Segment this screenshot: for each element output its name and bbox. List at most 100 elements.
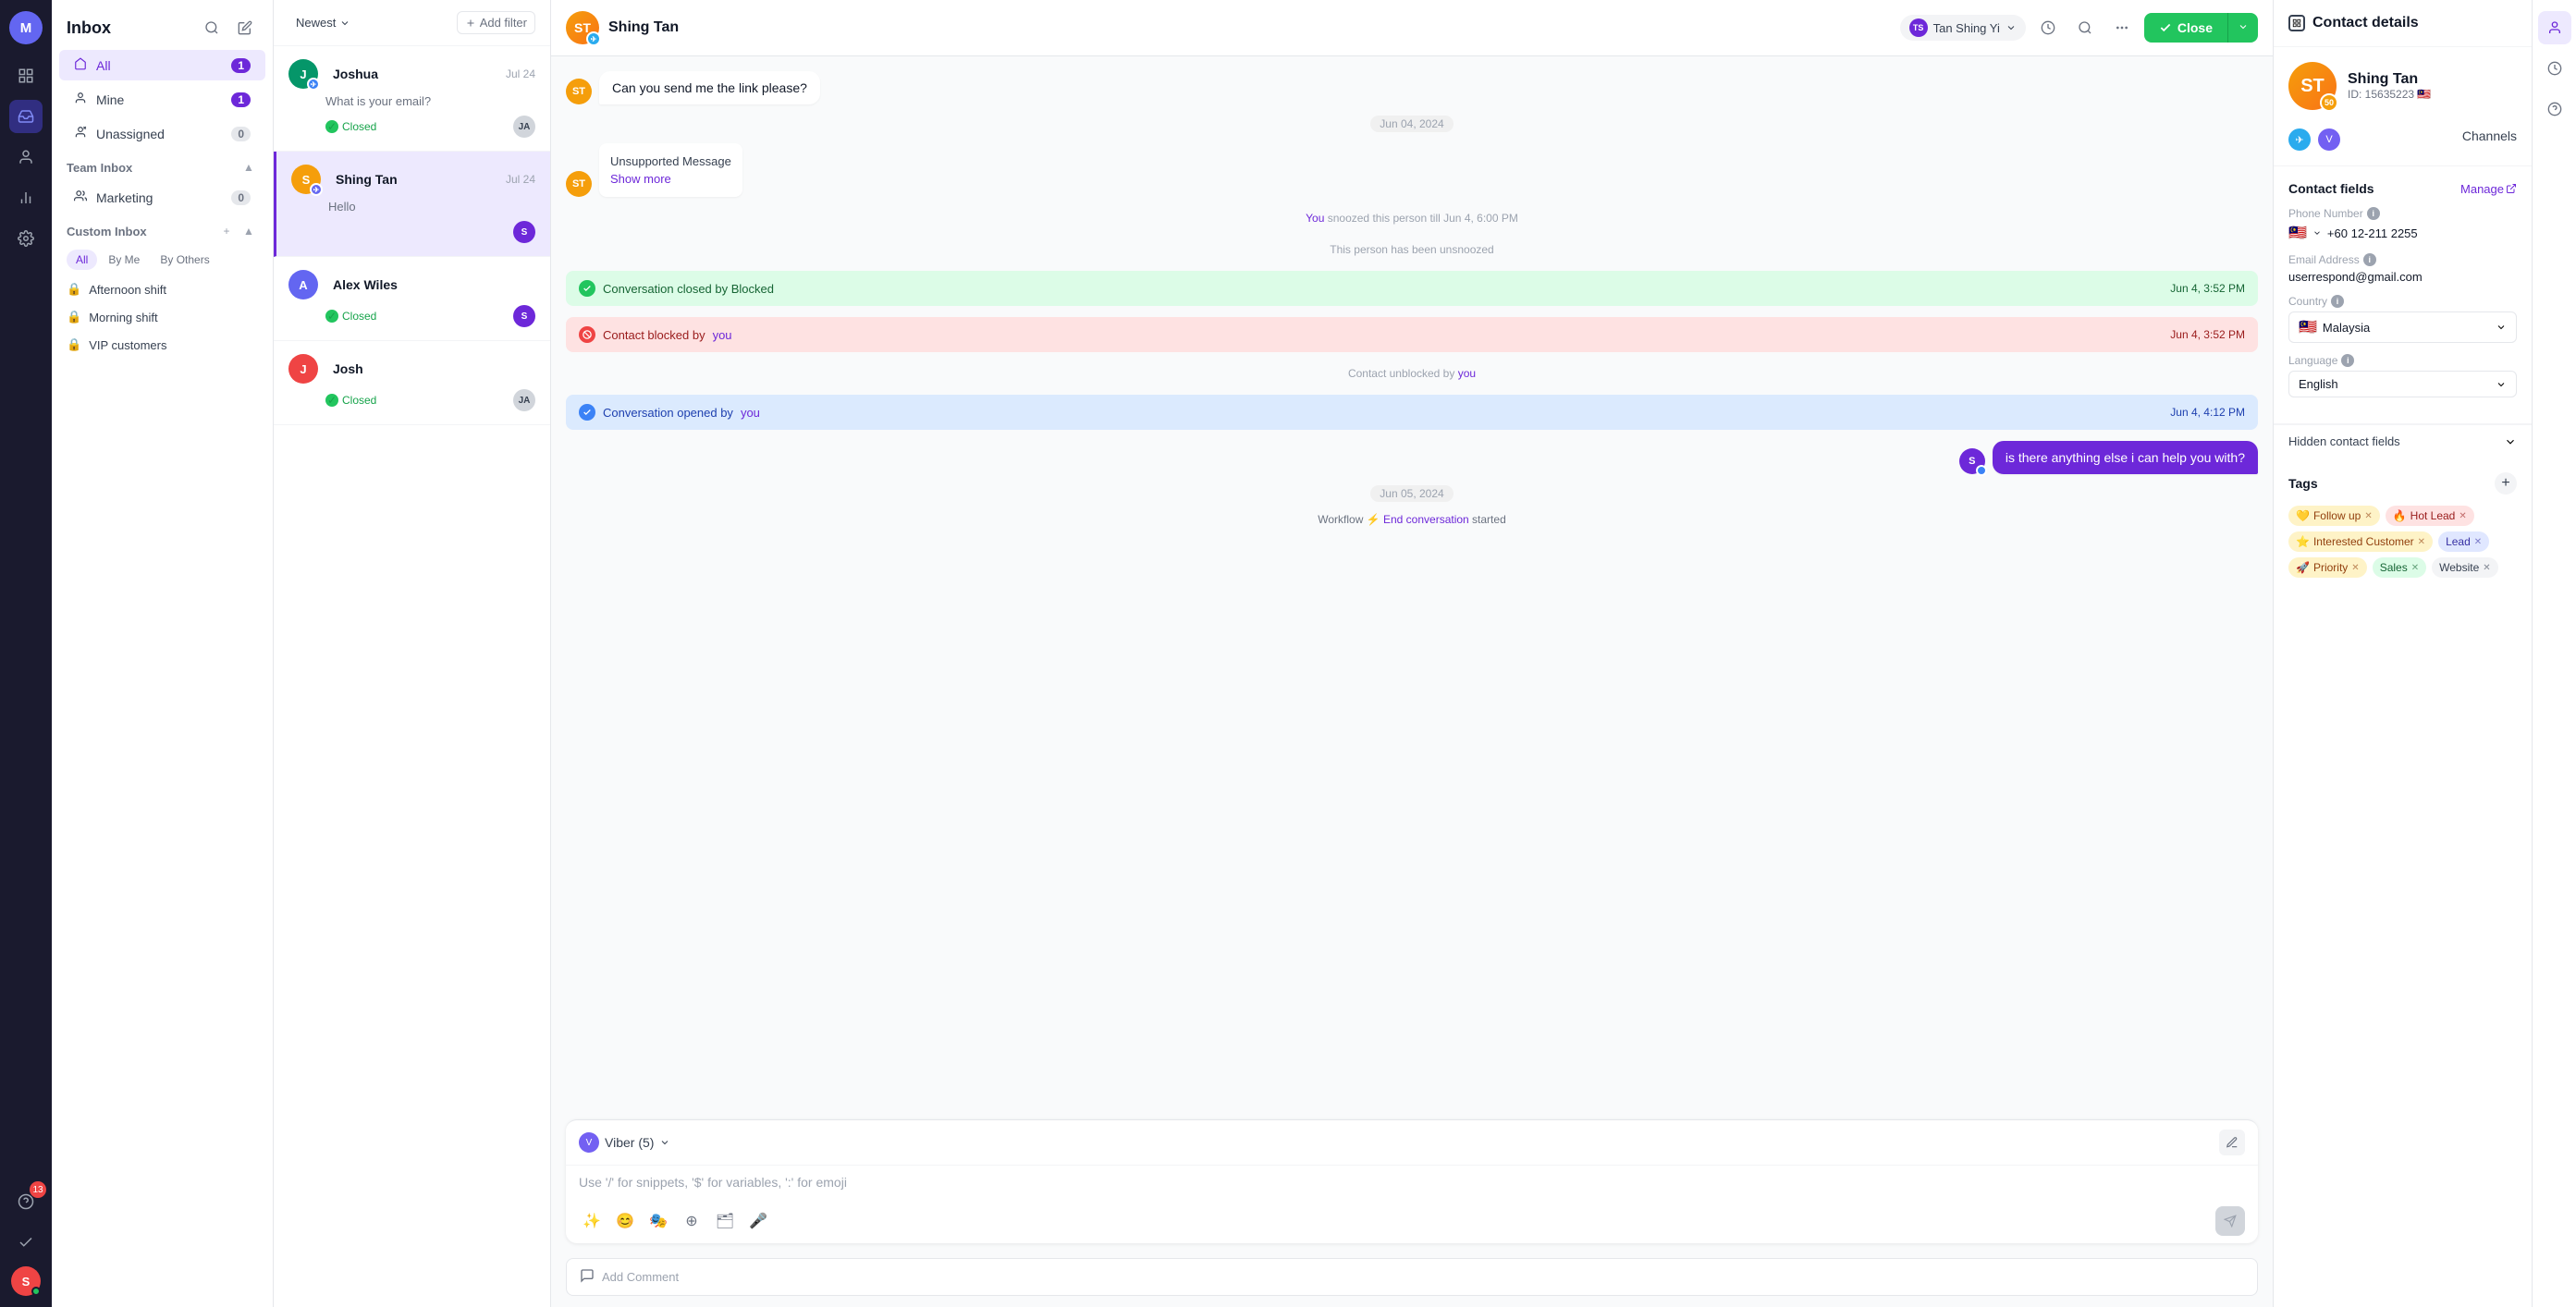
- gif-button[interactable]: ⊕: [679, 1208, 705, 1234]
- right-rail-clock-icon[interactable]: [2538, 52, 2571, 85]
- show-more-link[interactable]: Show more: [610, 172, 671, 186]
- sender-avatar: ST: [566, 79, 592, 104]
- custom-inbox-icons: + ▲: [217, 222, 258, 240]
- tag-sales[interactable]: Sales ✕: [2373, 557, 2426, 578]
- msg-received: Can you send me the link please?: [599, 71, 820, 104]
- close-button[interactable]: Close: [2144, 13, 2227, 43]
- manage-link[interactable]: Manage: [2460, 182, 2517, 196]
- format-button[interactable]: [2219, 1130, 2245, 1155]
- conv-item-alex-wiles[interactable]: A Alex Wiles ✓ Closed S: [274, 257, 550, 341]
- viber-channel-icon[interactable]: V: [2318, 128, 2340, 151]
- search-icon[interactable]: [199, 15, 225, 41]
- sticker-button[interactable]: 🎭: [645, 1208, 671, 1234]
- channel-selector[interactable]: V Viber (5): [579, 1132, 670, 1153]
- sidebar-item-all[interactable]: All 1: [59, 50, 265, 80]
- telegram-channel-icon[interactable]: ✈: [2288, 128, 2311, 151]
- nav-user-avatar[interactable]: S: [11, 1266, 41, 1296]
- close-dropdown-button[interactable]: [2227, 13, 2258, 43]
- message-input-body[interactable]: Use '/' for snippets, '$' for variables,…: [566, 1166, 2258, 1199]
- tag-remove-sales[interactable]: ✕: [2411, 563, 2419, 573]
- right-rail-contact-icon[interactable]: [2538, 11, 2571, 44]
- channel-label: Viber (5): [605, 1135, 654, 1150]
- conv-item-joshua[interactable]: J ✈ Joshua Jul 24 What is your email? ✓ …: [274, 46, 550, 152]
- sort-button[interactable]: Newest: [288, 12, 358, 33]
- tag-hot-lead[interactable]: 🔥 Hot Lead ✕: [2386, 506, 2474, 526]
- more-options-icon[interactable]: [2107, 13, 2137, 43]
- sidebar-header: Inbox: [52, 0, 273, 48]
- msg-workflow: Workflow ⚡ End conversation started: [566, 513, 2258, 526]
- team-inbox-section: Team Inbox ▲: [52, 151, 273, 180]
- tag-remove-website[interactable]: ✕: [2483, 563, 2490, 573]
- conv-status-joshua: ✓ Closed: [325, 120, 376, 133]
- add-custom-inbox-icon[interactable]: +: [217, 222, 236, 240]
- country-dropdown[interactable]: 🇲🇾 Malaysia: [2288, 311, 2517, 343]
- conv-avatar-alex: A: [288, 270, 318, 299]
- tag-interested-customer[interactable]: ⭐ Interested Customer ✕: [2288, 531, 2433, 552]
- sidebar-item-mine[interactable]: Mine 1: [59, 84, 265, 115]
- header-search-icon[interactable]: [2070, 13, 2100, 43]
- conv-item-josh[interactable]: J Josh ✓ Closed JA: [274, 341, 550, 425]
- emoji-button[interactable]: 😊: [612, 1208, 638, 1234]
- team-inbox-expand-icon[interactable]: ▲: [239, 158, 258, 177]
- nav-contacts-icon[interactable]: [9, 140, 43, 174]
- sidebar-all-label: All: [96, 58, 231, 73]
- compose-icon[interactable]: [232, 15, 258, 41]
- agent-chip[interactable]: TS Tan Shing Yi: [1900, 15, 2026, 41]
- chat-contact: ST ✈ Shing Tan: [566, 11, 679, 44]
- tag-priority[interactable]: 🚀 Priority ✕: [2288, 557, 2367, 578]
- language-dropdown[interactable]: English: [2288, 371, 2517, 397]
- filter-tab-by-others[interactable]: By Others: [151, 250, 218, 270]
- tag-remove-priority[interactable]: ✕: [2351, 563, 2359, 573]
- send-button[interactable]: [2215, 1206, 2245, 1236]
- filter-tab-all[interactable]: All: [67, 250, 97, 270]
- attachment-button[interactable]: 🗂: [712, 1208, 738, 1234]
- sidebar-item-vip-customers[interactable]: 🔒 VIP customers: [52, 331, 273, 359]
- add-filter-button[interactable]: Add filter: [457, 11, 535, 34]
- timer-icon[interactable]: [2033, 13, 2063, 43]
- nav-inbox-icon[interactable]: [9, 100, 43, 133]
- add-tag-button[interactable]: +: [2495, 472, 2517, 495]
- custom-inbox-expand-icon[interactable]: ▲: [239, 222, 258, 240]
- chat-channel-badge: ✈: [586, 31, 601, 46]
- sidebar-title: Inbox: [67, 18, 111, 38]
- message-input-area: V Viber (5) Use '/' for snippets, '$' fo…: [566, 1119, 2258, 1243]
- tag-remove-hot-lead[interactable]: ✕: [2459, 511, 2466, 521]
- sent-avatar: S: [1959, 448, 1985, 474]
- magic-tool-button[interactable]: ✨: [579, 1208, 605, 1234]
- audio-button[interactable]: 🎤: [745, 1208, 771, 1234]
- chat-contact-name: Shing Tan: [608, 19, 679, 36]
- tag-remove-interested[interactable]: ✕: [2418, 537, 2425, 547]
- tag-remove-follow-up[interactable]: ✕: [2364, 511, 2372, 521]
- nav-checkmark-icon[interactable]: [9, 1226, 43, 1259]
- nav-reports-icon[interactable]: [9, 181, 43, 214]
- add-comment-bar[interactable]: Add Comment: [566, 1258, 2258, 1296]
- email-field: Email Address i userrespond@gmail.com: [2288, 253, 2517, 284]
- tag-remove-lead[interactable]: ✕: [2474, 537, 2482, 547]
- sidebar-item-afternoon-shift[interactable]: 🔒 Afternoon shift: [52, 275, 273, 303]
- sidebar-marketing-count: 0: [231, 190, 251, 205]
- messages-area[interactable]: ST Can you send me the link please? Jun …: [551, 56, 2273, 1119]
- hidden-fields-label: Hidden contact fields: [2288, 434, 2400, 448]
- hidden-fields-row[interactable]: Hidden contact fields: [2274, 424, 2532, 458]
- sidebar-item-marketing[interactable]: Marketing 0: [59, 182, 265, 213]
- tag-follow-up[interactable]: 💛 Follow up ✕: [2288, 506, 2380, 526]
- conv-time-joshua: Jul 24: [506, 67, 535, 80]
- conv-item-shing-tan[interactable]: S ✈ Shing Tan Jul 24 Hello S: [274, 152, 550, 257]
- filter-tab-by-me[interactable]: By Me: [99, 250, 149, 270]
- morning-shift-icon: 🔒: [67, 310, 81, 324]
- sidebar-item-unassigned[interactable]: Unassigned 0: [59, 118, 265, 149]
- nav-help-icon-wrap: 13: [9, 1185, 43, 1218]
- nav-settings-icon[interactable]: [9, 222, 43, 255]
- conv-footer-shing: S: [328, 221, 535, 243]
- right-rail-support-icon[interactable]: [2538, 92, 2571, 126]
- tag-lead[interactable]: Lead ✕: [2438, 531, 2489, 552]
- country-field: Country i 🇲🇾 Malaysia: [2288, 295, 2517, 343]
- event-icon-blocked: [579, 326, 595, 343]
- tag-website[interactable]: Website ✕: [2432, 557, 2498, 578]
- add-comment-text: Add Comment: [602, 1270, 679, 1284]
- contact-channels: ✈ V: [2288, 128, 2340, 151]
- nav-grid-icon[interactable]: [9, 59, 43, 92]
- msg-input-header: V Viber (5): [566, 1120, 2258, 1166]
- sidebar-item-morning-shift[interactable]: 🔒 Morning shift: [52, 303, 273, 331]
- custom-inbox-label: Custom Inbox: [67, 225, 147, 238]
